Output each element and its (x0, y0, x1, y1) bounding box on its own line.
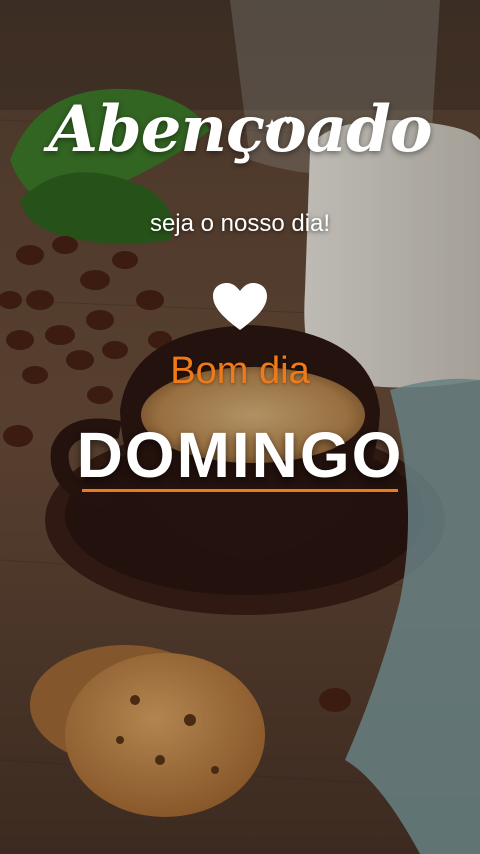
subtitle: seja o nosso dia! (149, 210, 331, 237)
bom-dia-text: Bom dia (170, 350, 310, 392)
accent-underline (82, 489, 398, 492)
title-abencoado: Abençoado (48, 92, 432, 167)
day-title: DOMINGO (76, 419, 404, 491)
heart-icon (213, 283, 267, 330)
sparkle-icon (265, 116, 299, 133)
